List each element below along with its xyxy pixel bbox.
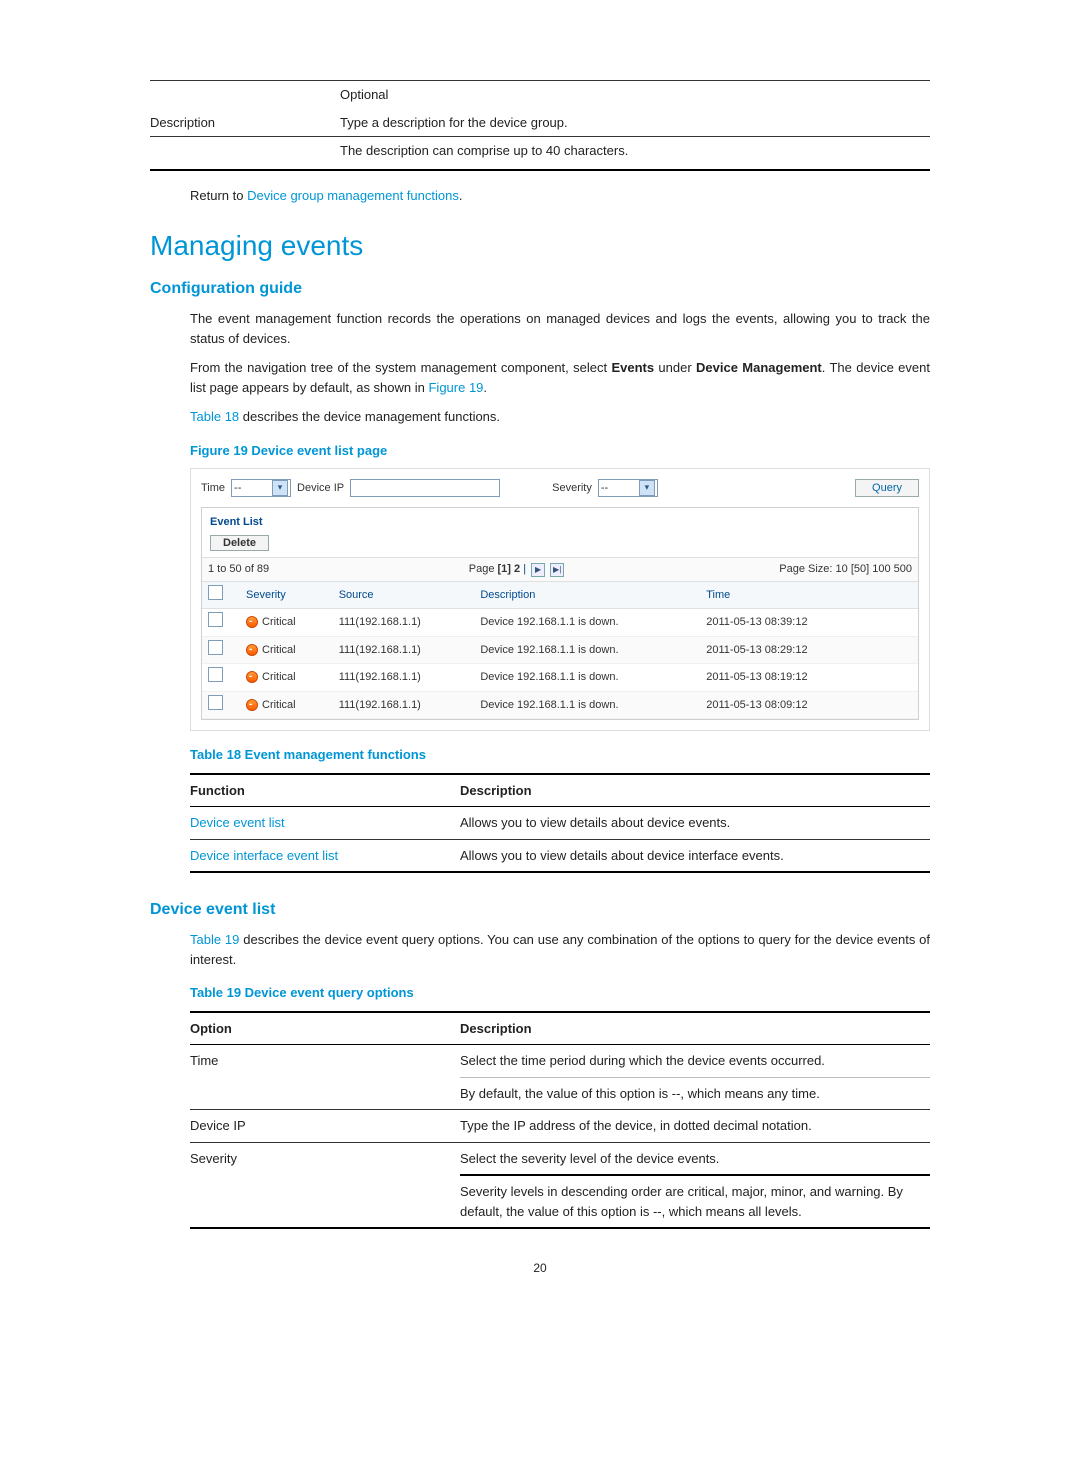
del-p1: Table 19 describes the device event quer… xyxy=(190,930,930,969)
t19-hdr-description: Description xyxy=(460,1012,930,1045)
event-grid: 1 to 50 of 89 Page [1] 2 | ▶ ▶| Page Siz… xyxy=(202,557,918,719)
return-line: Return to Device group management functi… xyxy=(190,186,930,206)
grid-page-size: Page Size: 10 [50] 100 500 xyxy=(700,558,918,582)
event-list-box: Event List Delete 1 to 50 of 89 Page [1]… xyxy=(201,507,919,720)
description-row-line1: Type a description for the device group. xyxy=(340,109,930,137)
table-row: Critical 111(192.168.1.1) Device 192.168… xyxy=(202,636,918,664)
cg-p3: Table 18 describes the device management… xyxy=(190,407,930,427)
t19-opt-severity: Severity xyxy=(190,1142,460,1228)
return-link[interactable]: Device group management functions xyxy=(247,188,459,203)
figure-19-caption: Figure 19 Device event list page xyxy=(190,441,930,461)
time-label: Time xyxy=(201,480,225,497)
page-title: Managing events xyxy=(150,225,930,267)
page-number: 20 xyxy=(150,1259,930,1277)
top-end-rule xyxy=(150,169,930,171)
figure-19: Time -- ▾ Device IP Severity -- ▾ Query … xyxy=(190,468,930,731)
severity-label: Severity xyxy=(552,480,592,497)
severity-select[interactable]: -- ▾ xyxy=(598,479,658,497)
description-row-line2: The description can comprise up to 40 ch… xyxy=(340,137,930,165)
row-checkbox[interactable] xyxy=(208,667,223,682)
critical-icon xyxy=(246,671,258,683)
chevron-down-icon: ▾ xyxy=(272,480,288,496)
row-checkbox[interactable] xyxy=(208,612,223,627)
cg-p1: The event management function records th… xyxy=(190,309,930,348)
device-ip-input[interactable] xyxy=(350,479,500,497)
critical-icon xyxy=(246,644,258,656)
col-time[interactable]: Time xyxy=(700,581,918,609)
table-row: Critical 111(192.168.1.1) Device 192.168… xyxy=(202,691,918,719)
table-row: Critical 111(192.168.1.1) Device 192.168… xyxy=(202,609,918,637)
configuration-guide-heading: Configuration guide xyxy=(150,277,930,301)
row-checkbox[interactable] xyxy=(208,640,223,655)
filter-bar: Time -- ▾ Device IP Severity -- ▾ Query xyxy=(201,479,919,497)
table-18-link[interactable]: Table 18 xyxy=(190,409,239,424)
device-ip-label: Device IP xyxy=(297,480,344,497)
table-18-caption: Table 18 Event management functions xyxy=(190,745,930,765)
device-interface-event-list-link[interactable]: Device interface event list xyxy=(190,839,460,872)
table-19: Option Description Time Select the time … xyxy=(190,1011,930,1230)
grid-count: 1 to 50 of 89 xyxy=(202,558,333,582)
last-page-icon[interactable]: ▶| xyxy=(550,563,564,577)
table-18: Function Description Device event list A… xyxy=(190,773,930,874)
t18-hdr-function: Function xyxy=(190,774,460,807)
delete-button[interactable]: Delete xyxy=(210,535,269,551)
select-all-checkbox[interactable] xyxy=(208,585,223,600)
chevron-down-icon: ▾ xyxy=(639,480,655,496)
t19-opt-deviceip: Device IP xyxy=(190,1110,460,1143)
time-select[interactable]: -- ▾ xyxy=(231,479,291,497)
grid-pager: Page [1] 2 | ▶ ▶| xyxy=(333,558,701,582)
critical-icon xyxy=(246,616,258,628)
event-list-title: Event List xyxy=(202,508,918,535)
cg-p2: From the navigation tree of the system m… xyxy=(190,358,930,397)
description-row-label: Description xyxy=(150,109,340,137)
t19-hdr-option: Option xyxy=(190,1012,460,1045)
device-event-list-heading: Device event list xyxy=(150,898,930,922)
table-row: Critical 111(192.168.1.1) Device 192.168… xyxy=(202,664,918,692)
query-button[interactable]: Query xyxy=(855,479,919,497)
t19-opt-time: Time xyxy=(190,1045,460,1110)
col-severity[interactable]: Severity xyxy=(240,581,333,609)
top-description-table: Optional Description Type a description … xyxy=(150,81,930,165)
figure-19-link[interactable]: Figure 19 xyxy=(428,380,483,395)
next-page-icon[interactable]: ▶ xyxy=(531,563,545,577)
col-description[interactable]: Description xyxy=(474,581,700,609)
row-checkbox[interactable] xyxy=(208,695,223,710)
critical-icon xyxy=(246,699,258,711)
col-source[interactable]: Source xyxy=(333,581,475,609)
optional-label: Optional xyxy=(340,81,930,109)
t18-hdr-description: Description xyxy=(460,774,930,807)
table-19-caption: Table 19 Device event query options xyxy=(190,983,930,1003)
device-event-list-link[interactable]: Device event list xyxy=(190,807,460,840)
table-19-link[interactable]: Table 19 xyxy=(190,932,239,947)
